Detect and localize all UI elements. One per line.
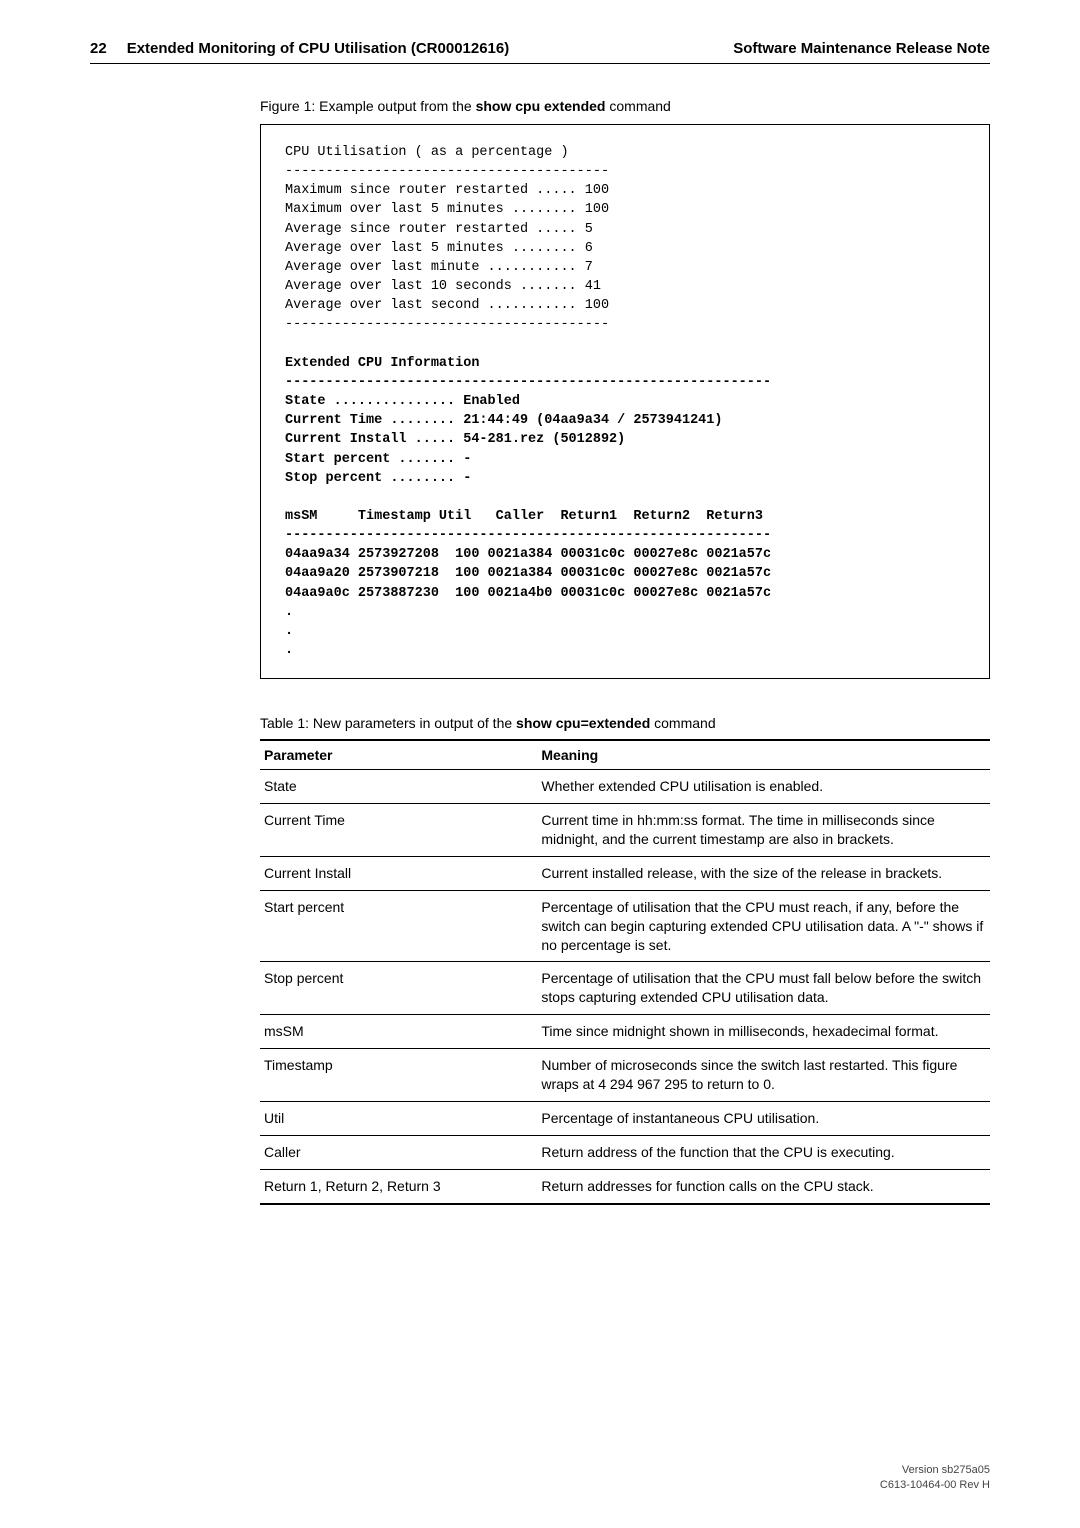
page-header: 22 Extended Monitoring of CPU Utilisatio… <box>90 40 990 64</box>
meaning-cell: Percentage of utilisation that the CPU m… <box>537 890 990 962</box>
param-cell: Stop percent <box>260 962 537 1015</box>
table-caption-bold: show cpu=extended <box>516 715 650 731</box>
meaning-cell: Current installed release, with the size… <box>537 856 990 890</box>
meaning-cell: Percentage of instantaneous CPU utilisat… <box>537 1101 990 1135</box>
param-cell: Current Install <box>260 856 537 890</box>
param-cell: Return 1, Return 2, Return 3 <box>260 1169 537 1203</box>
meaning-cell: Return address of the function that the … <box>537 1135 990 1169</box>
table-header-row: Parameter Meaning <box>260 740 990 770</box>
header-title-left: Extended Monitoring of CPU Utilisation (… <box>127 40 510 57</box>
param-cell: State <box>260 770 537 804</box>
param-cell: msSM <box>260 1015 537 1049</box>
figure-caption: Figure 1: Example output from the show c… <box>260 98 990 114</box>
table-row: Return 1, Return 2, Return 3Return addre… <box>260 1169 990 1203</box>
footer-docid: C613-10464-00 Rev H <box>880 1478 990 1492</box>
meaning-cell: Time since midnight shown in millisecond… <box>537 1015 990 1049</box>
table-row: msSMTime since midnight shown in millise… <box>260 1015 990 1049</box>
footer-version: Version sb275a05 <box>880 1463 990 1477</box>
table-caption-prefix: Table 1: New parameters in output of the <box>260 715 516 731</box>
header-title-right: Software Maintenance Release Note <box>733 40 990 57</box>
table-row: UtilPercentage of instantaneous CPU util… <box>260 1101 990 1135</box>
table-header-meaning: Meaning <box>537 740 990 770</box>
meaning-cell: Return addresses for function calls on t… <box>537 1169 990 1203</box>
code-plain-section: CPU Utilisation ( as a percentage ) ----… <box>285 145 609 332</box>
param-cell: Caller <box>260 1135 537 1169</box>
code-output-box: CPU Utilisation ( as a percentage ) ----… <box>260 124 990 679</box>
table-caption: Table 1: New parameters in output of the… <box>260 715 990 731</box>
table-row: Current TimeCurrent time in hh:mm:ss for… <box>260 804 990 857</box>
table-row: Stop percentPercentage of utilisation th… <box>260 962 990 1015</box>
meaning-cell: Whether extended CPU utilisation is enab… <box>537 770 990 804</box>
page-container: 22 Extended Monitoring of CPU Utilisatio… <box>0 0 1080 1245</box>
figure-caption-bold: show cpu extended <box>476 98 606 114</box>
meaning-cell: Current time in hh:mm:ss format. The tim… <box>537 804 990 857</box>
meaning-cell: Number of microseconds since the switch … <box>537 1049 990 1102</box>
table-row: Current InstallCurrent installed release… <box>260 856 990 890</box>
figure-caption-suffix: command <box>605 98 670 114</box>
page-number: 22 <box>90 40 107 57</box>
table-caption-suffix: command <box>650 715 715 731</box>
table-row: TimestampNumber of microseconds since th… <box>260 1049 990 1102</box>
meaning-cell: Percentage of utilisation that the CPU m… <box>537 962 990 1015</box>
param-cell: Start percent <box>260 890 537 962</box>
param-cell: Current Time <box>260 804 537 857</box>
param-cell: Timestamp <box>260 1049 537 1102</box>
table-row: StateWhether extended CPU utilisation is… <box>260 770 990 804</box>
table-body: StateWhether extended CPU utilisation is… <box>260 770 990 1204</box>
content-body: Figure 1: Example output from the show c… <box>260 98 990 1205</box>
figure-caption-prefix: Figure 1: Example output from the <box>260 98 476 114</box>
parameters-table: Parameter Meaning StateWhether extended … <box>260 739 990 1204</box>
code-bold-section: Extended CPU Information ---------------… <box>285 356 771 658</box>
param-cell: Util <box>260 1101 537 1135</box>
header-left: 22 Extended Monitoring of CPU Utilisatio… <box>90 40 509 57</box>
table-row: Start percentPercentage of utilisation t… <box>260 890 990 962</box>
table-header-parameter: Parameter <box>260 740 537 770</box>
page-footer: Version sb275a05 C613-10464-00 Rev H <box>880 1463 990 1492</box>
table-row: CallerReturn address of the function tha… <box>260 1135 990 1169</box>
